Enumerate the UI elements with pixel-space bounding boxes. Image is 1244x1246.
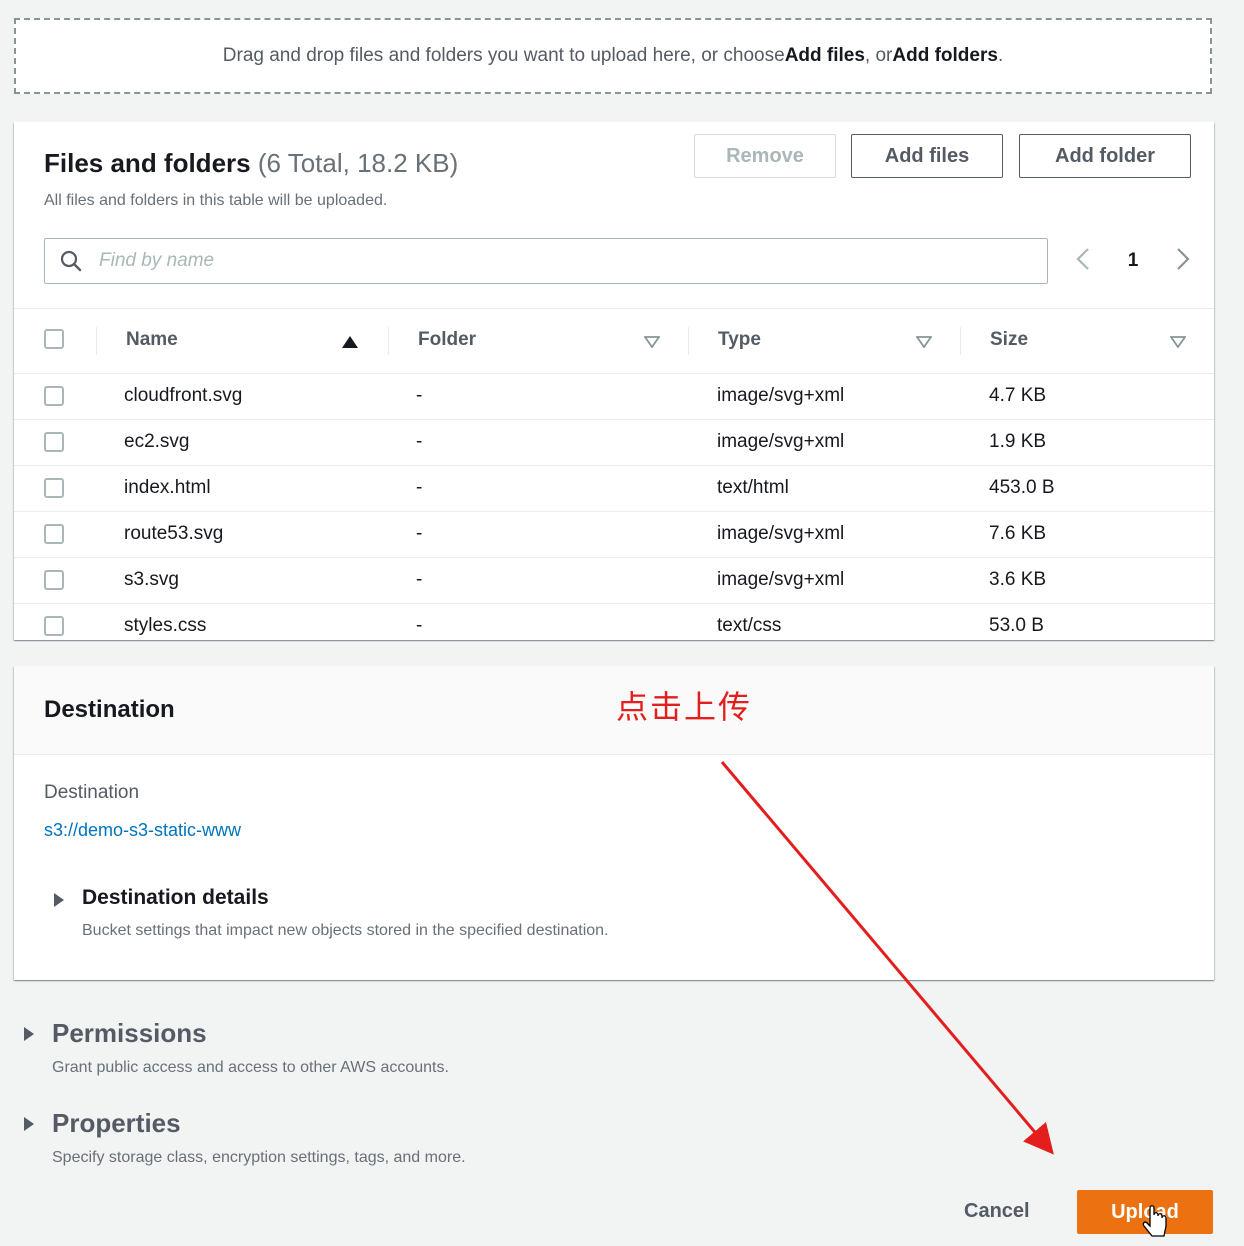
chevron-left-icon[interactable] [1074, 246, 1092, 277]
permissions-content: Permissions Grant public access and acce… [52, 1018, 449, 1077]
row-checkbox[interactable] [44, 570, 64, 590]
file-size: 3.6 KB [989, 569, 1047, 590]
file-folder: - [416, 385, 423, 406]
file-name: route53.svg [124, 523, 224, 544]
sort-icon[interactable] [643, 335, 661, 353]
select-all-checkbox[interactable] [44, 329, 64, 349]
table-row[interactable]: ec2.svg - image/svg+xml 1.9 KB [14, 420, 1214, 466]
file-type: image/svg+xml [717, 569, 845, 590]
table-row[interactable]: route53.svg - image/svg+xml 7.6 KB [14, 512, 1214, 558]
drop-zone-add-files: Add files [784, 45, 865, 66]
drop-zone-text-before: Drag and drop files and folders you want… [222, 45, 785, 66]
chevron-right-icon[interactable] [1174, 246, 1192, 277]
file-type: image/svg+xml [717, 385, 845, 406]
file-size: 1.9 KB [989, 431, 1047, 452]
file-name: styles.css [124, 615, 207, 636]
remove-button[interactable]: Remove [694, 134, 836, 178]
file-name: index.html [124, 477, 211, 498]
file-name: s3.svg [124, 569, 179, 590]
column-divider [688, 327, 689, 355]
upload-button[interactable]: Upload [1077, 1190, 1213, 1234]
table-row[interactable]: cloudfront.svg - image/svg+xml 4.7 KB [14, 374, 1214, 420]
column-divider [960, 327, 961, 355]
table-row[interactable]: index.html - text/html 453.0 B [14, 466, 1214, 512]
cancel-button[interactable]: Cancel [964, 1200, 1030, 1223]
caret-right-icon [24, 1117, 34, 1131]
permissions-expander[interactable]: Permissions Grant public access and acce… [24, 1018, 449, 1077]
drop-zone-text-mid: , or [864, 45, 893, 66]
file-folder: - [416, 523, 423, 544]
search-input[interactable] [97, 249, 1001, 273]
destination-panel: Destination Destination s3://demo-s3-sta… [14, 666, 1214, 980]
files-count: (6 Total, 18.2 KB) [257, 148, 459, 178]
page-number[interactable]: 1 [1128, 250, 1139, 272]
row-checkbox[interactable] [44, 432, 64, 452]
file-type: text/css [717, 615, 782, 636]
destination-details-expander[interactable]: Destination details Bucket settings that… [54, 886, 609, 940]
table-row[interactable]: styles.css - text/css 53.0 B [14, 604, 1214, 649]
row-checkbox[interactable] [44, 524, 64, 544]
row-checkbox[interactable] [44, 386, 64, 406]
search-box [44, 238, 1048, 284]
file-folder: - [416, 569, 423, 590]
caret-right-icon [54, 893, 64, 907]
file-size: 4.7 KB [989, 385, 1047, 406]
destination-label: Destination [44, 782, 140, 803]
sort-icon[interactable] [915, 335, 933, 353]
file-type: text/html [717, 477, 789, 498]
destination-details-content: Destination details Bucket settings that… [82, 886, 609, 940]
files-table: Name Folder Type Size cloudfront.svg - i… [14, 308, 1214, 649]
destination-title: Destination [44, 696, 175, 723]
drop-zone[interactable]: Drag and drop files and folders you want… [14, 18, 1212, 94]
file-type: image/svg+xml [717, 523, 845, 544]
properties-content: Properties Specify storage class, encryp… [52, 1108, 466, 1167]
annotation-label: 点击上传 [616, 689, 753, 725]
column-divider [96, 327, 97, 355]
column-divider [388, 327, 389, 355]
file-type: image/svg+xml [717, 431, 845, 452]
file-size: 453.0 B [989, 477, 1055, 498]
sort-icon[interactable] [1169, 335, 1187, 353]
column-header-type[interactable]: Type [718, 329, 761, 351]
destination-link[interactable]: s3://demo-s3-static-www [44, 820, 241, 841]
column-header-size[interactable]: Size [990, 329, 1028, 351]
file-size: 53.0 B [989, 615, 1044, 636]
table-row[interactable]: s3.svg - image/svg+xml 3.6 KB [14, 558, 1214, 604]
row-checkbox[interactable] [44, 478, 64, 498]
properties-expander[interactable]: Properties Specify storage class, encryp… [24, 1108, 466, 1167]
properties-description: Specify storage class, encryption settin… [52, 1149, 466, 1166]
column-header-folder[interactable]: Folder [418, 329, 476, 351]
destination-details-description: Bucket settings that impact new objects … [82, 922, 609, 939]
sort-ascending-icon[interactable] [342, 335, 358, 353]
destination-details-title: Destination details [82, 886, 269, 909]
drop-zone-text-after: . [997, 45, 1004, 66]
destination-header: Destination [14, 666, 1214, 755]
caret-right-icon [24, 1027, 34, 1041]
column-header-name[interactable]: Name [126, 329, 178, 351]
table-header: Name Folder Type Size [14, 308, 1214, 374]
search-icon [45, 249, 97, 273]
permissions-description: Grant public access and access to other … [52, 1059, 449, 1076]
files-title: Files and folders (6 Total, 18.2 KB) [44, 148, 458, 179]
drop-zone-add-folders: Add folders [892, 45, 998, 66]
file-folder: - [416, 615, 423, 636]
file-name: ec2.svg [124, 431, 190, 452]
file-folder: - [416, 477, 423, 498]
permissions-title: Permissions [52, 1018, 207, 1048]
row-checkbox[interactable] [44, 616, 64, 636]
add-folder-button[interactable]: Add folder [1019, 134, 1191, 178]
files-panel: Files and folders (6 Total, 18.2 KB) All… [14, 122, 1214, 640]
add-files-button[interactable]: Add files [851, 134, 1003, 178]
pagination: 1 [1074, 246, 1192, 276]
file-folder: - [416, 431, 423, 452]
file-size: 7.6 KB [989, 523, 1047, 544]
file-name: cloudfront.svg [124, 385, 243, 406]
properties-title: Properties [52, 1108, 181, 1138]
files-title-text: Files and folders [44, 148, 251, 178]
files-description: All files and folders in this table will… [44, 192, 388, 209]
